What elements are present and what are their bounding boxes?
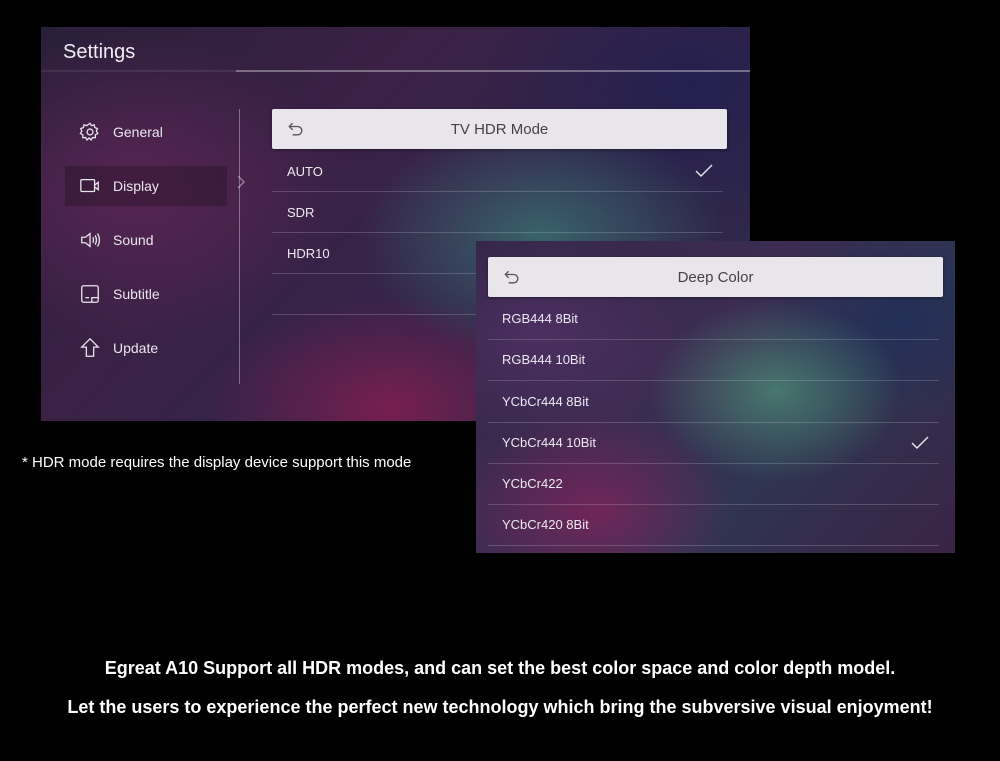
option-label: YCbCr444 10Bit bbox=[502, 435, 596, 450]
sidebar-item-label: Sound bbox=[113, 232, 154, 248]
option-label: HDR10 bbox=[287, 245, 330, 261]
option-label: AUTO bbox=[287, 163, 323, 179]
option-label: SDR bbox=[287, 204, 315, 220]
deep-color-option[interactable]: YCbCr422 bbox=[488, 463, 939, 505]
sidebar-item-label: Update bbox=[113, 340, 159, 356]
deep-color-window: Deep Color RGB444 8Bit RGB444 10Bit YCbC… bbox=[476, 241, 955, 553]
title-divider bbox=[41, 70, 750, 72]
option-label: YCbCr444 8Bit bbox=[502, 394, 589, 409]
hdr-note: * HDR mode requires the display device s… bbox=[22, 454, 412, 471]
sidebar-item-label: Subtitle bbox=[113, 286, 160, 302]
update-arrow-icon bbox=[79, 337, 101, 359]
option-label: YCbCr420 8Bit bbox=[502, 517, 589, 532]
deep-color-header: Deep Color bbox=[488, 257, 943, 297]
chevron-right-icon bbox=[237, 175, 245, 189]
deep-color-option-selected[interactable]: YCbCr444 10Bit bbox=[488, 422, 939, 464]
display-icon bbox=[79, 175, 101, 197]
sidebar-item-label: General bbox=[113, 124, 163, 140]
sidebar-item-label: Display bbox=[113, 178, 159, 194]
hdr-mode-title: TV HDR Mode bbox=[450, 120, 549, 138]
deep-color-option[interactable]: YCbCr420 8Bit bbox=[488, 504, 939, 546]
sidebar-item-subtitle[interactable]: Subtitle bbox=[65, 274, 227, 314]
option-label: RGB444 10Bit bbox=[502, 352, 586, 367]
hdr-option-sdr[interactable]: SDR bbox=[272, 192, 723, 233]
sidebar-item-sound[interactable]: Sound bbox=[65, 220, 227, 260]
deep-color-title: Deep Color bbox=[677, 268, 754, 286]
sidebar-item-update[interactable]: Update bbox=[65, 328, 227, 368]
gear-icon bbox=[79, 121, 101, 143]
deep-color-option[interactable]: RGB444 10Bit bbox=[488, 339, 939, 381]
option-label: RGB444 8Bit bbox=[502, 311, 578, 326]
hdr-option-auto[interactable]: AUTO bbox=[272, 151, 723, 192]
caption-line-1: Egreat A10 Support all HDR modes, and ca… bbox=[104, 658, 896, 678]
back-arrow-icon[interactable] bbox=[286, 119, 306, 139]
back-arrow-icon[interactable] bbox=[502, 267, 522, 287]
deep-color-option[interactable]: RGB444 8Bit bbox=[488, 298, 939, 340]
sidebar-item-general[interactable]: General bbox=[65, 112, 227, 152]
sidebar-item-display[interactable]: Display bbox=[65, 166, 227, 206]
speaker-icon bbox=[79, 229, 101, 251]
sidebar-divider bbox=[239, 109, 240, 384]
checkmark-icon bbox=[911, 436, 929, 449]
settings-title: Settings bbox=[63, 41, 136, 63]
checkmark-icon bbox=[695, 164, 713, 177]
deep-color-option[interactable]: YCbCr444 8Bit bbox=[488, 381, 939, 423]
caption-line-2: Let the users to experience the perfect … bbox=[67, 697, 933, 717]
hdr-mode-header: TV HDR Mode bbox=[272, 109, 727, 149]
subtitle-icon bbox=[79, 283, 101, 305]
option-label: YCbCr422 bbox=[502, 476, 563, 491]
